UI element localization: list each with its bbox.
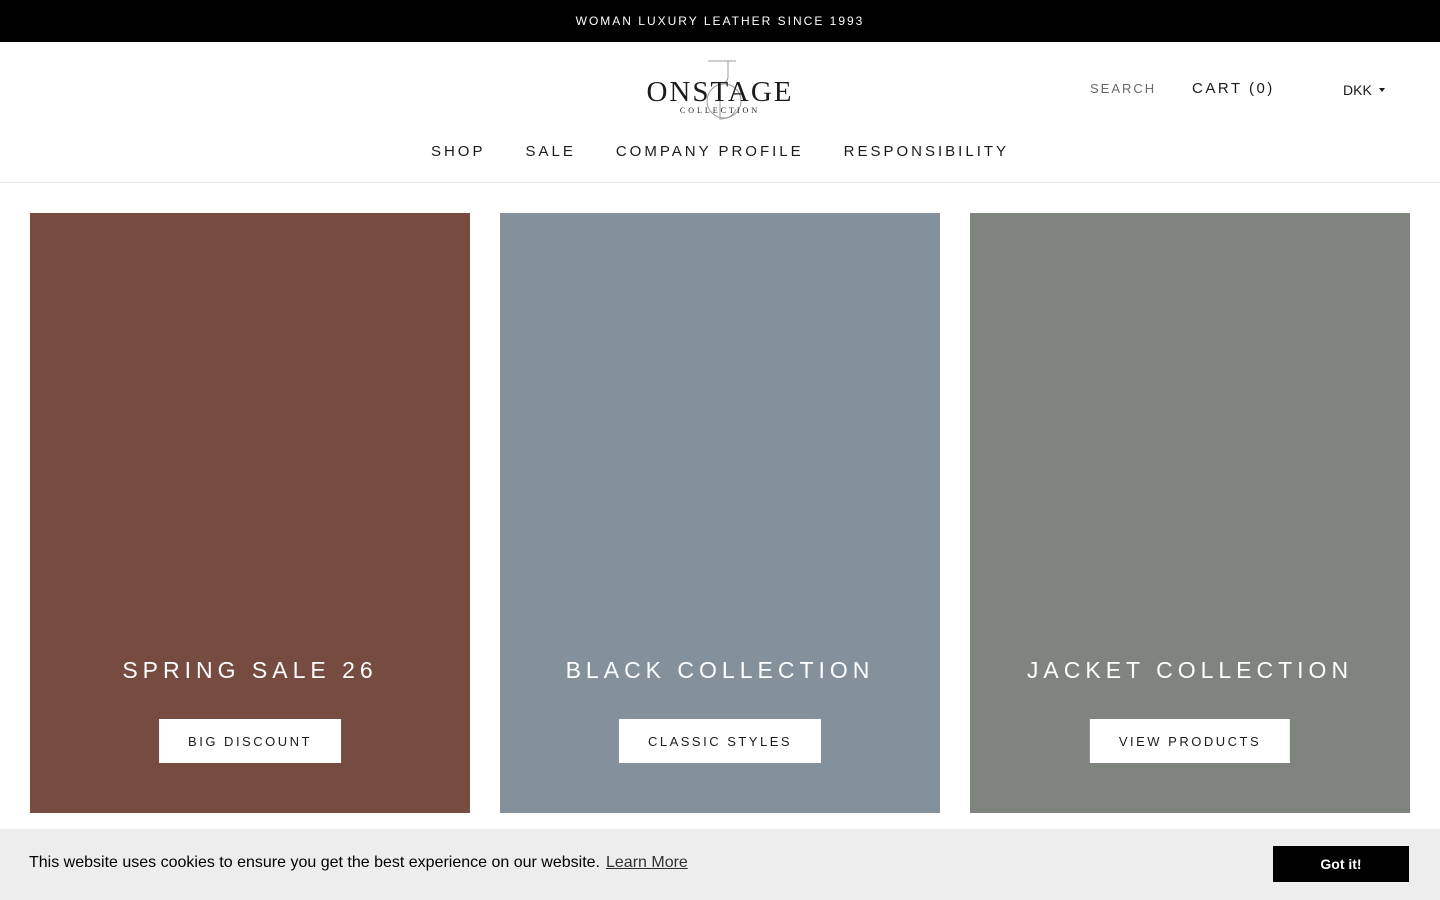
view-products-button[interactable]: VIEW PRODUCTS: [1089, 719, 1291, 763]
collection-card-spring-sale[interactable]: SPRING SALE 26 BIG DISCOUNT: [30, 213, 470, 813]
accept-cookies-button[interactable]: Got it!: [1273, 846, 1409, 882]
chevron-down-icon: [1378, 88, 1385, 92]
site-header: ONSTAGE COLLECTION SEARCH CART (0) DKK S…: [0, 42, 1440, 183]
cookie-banner: This website uses cookies to ensure you …: [0, 829, 1440, 900]
classic-styles-button[interactable]: CLASSIC STYLES: [618, 719, 822, 763]
site-logo[interactable]: ONSTAGE COLLECTION: [640, 57, 800, 121]
nav-item-shop[interactable]: SHOP: [431, 143, 486, 160]
collection-cards: SPRING SALE 26 BIG DISCOUNT BLACK COLLEC…: [30, 213, 1410, 813]
logo-wordmark: ONSTAGE: [646, 76, 793, 108]
big-discount-button[interactable]: BIG DISCOUNT: [159, 719, 341, 763]
collection-card-jacket-collection[interactable]: JACKET COLLECTION VIEW PRODUCTS: [970, 213, 1410, 813]
nav-item-sale[interactable]: SALE: [525, 143, 575, 160]
search-link[interactable]: SEARCH: [1090, 81, 1156, 96]
currency-value: DKK: [1343, 82, 1372, 98]
announcement-bar: WOMAN LUXURY LEATHER SINCE 1993: [0, 0, 1440, 42]
collection-card-title: SPRING SALE 26: [122, 657, 378, 683]
main-navigation: SHOP SALE COMPANY PROFILE RESPONSIBILITY: [0, 143, 1440, 160]
collection-card-black-collection[interactable]: BLACK COLLECTION CLASSIC STYLES: [500, 213, 940, 813]
logo-subtitle: COLLECTION: [680, 106, 760, 115]
collection-card-title: JACKET COLLECTION: [1026, 657, 1354, 683]
announcement-text: WOMAN LUXURY LEATHER SINCE 1993: [575, 14, 865, 28]
collection-card-title: BLACK COLLECTION: [565, 657, 875, 683]
cart-link[interactable]: CART (0): [1192, 80, 1275, 97]
currency-selector[interactable]: DKK: [1343, 82, 1385, 98]
cookie-message: This website uses cookies to ensure you …: [29, 854, 688, 872]
nav-item-company-profile[interactable]: COMPANY PROFILE: [616, 143, 804, 160]
nav-item-responsibility[interactable]: RESPONSIBILITY: [844, 143, 1009, 160]
learn-more-link[interactable]: Learn More: [606, 854, 688, 871]
cookie-message-text: This website uses cookies to ensure you …: [29, 854, 600, 871]
